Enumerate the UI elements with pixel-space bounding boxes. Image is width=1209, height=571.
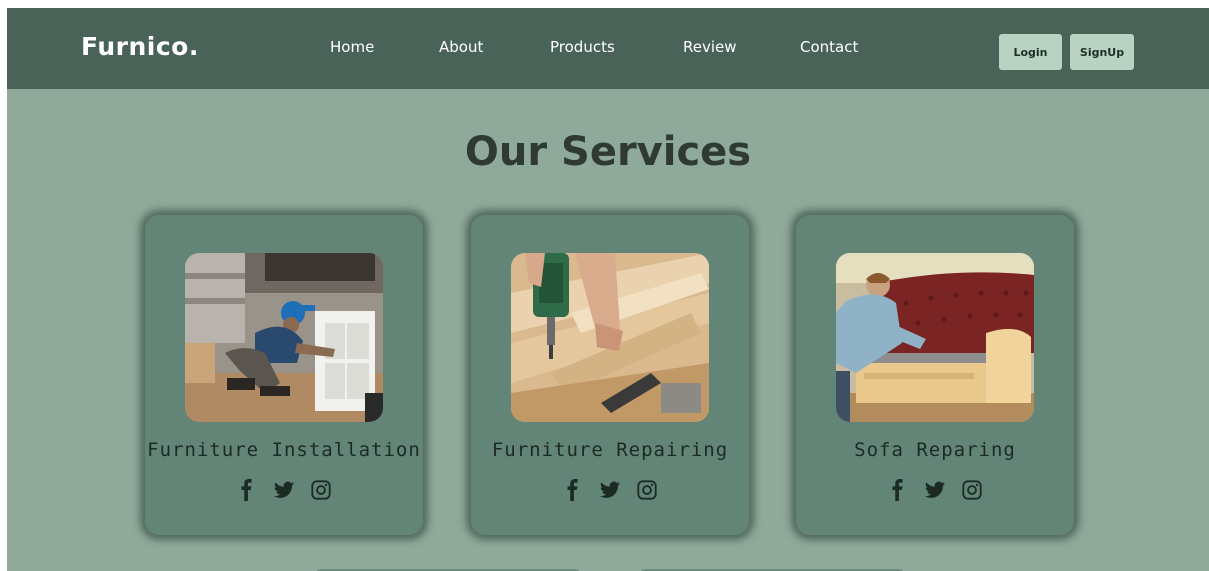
section-title: Our Services bbox=[464, 129, 752, 175]
facebook-icon[interactable] bbox=[887, 479, 909, 501]
navbar: Furnico. Home About Products Review Cont… bbox=[7, 8, 1209, 89]
twitter-icon[interactable] bbox=[273, 479, 295, 501]
nav-review[interactable]: Review bbox=[683, 38, 737, 56]
social-links bbox=[471, 479, 749, 501]
nav-about[interactable]: About bbox=[439, 38, 483, 56]
installation-image bbox=[185, 253, 383, 422]
service-card-repairing: Furniture Repairing bbox=[471, 215, 749, 535]
social-links bbox=[796, 479, 1074, 501]
instagram-icon[interactable] bbox=[636, 479, 658, 501]
service-card-sofa: Sofa Reparing bbox=[796, 215, 1074, 535]
signup-button[interactable]: SignUp bbox=[1070, 34, 1134, 70]
card-title: Furniture Repairing bbox=[491, 439, 729, 461]
social-links bbox=[145, 479, 423, 501]
page: Furnico. Home About Products Review Cont… bbox=[7, 8, 1209, 571]
nav-products[interactable]: Products bbox=[550, 38, 615, 56]
instagram-icon[interactable] bbox=[310, 479, 332, 501]
facebook-icon[interactable] bbox=[236, 479, 258, 501]
facebook-icon[interactable] bbox=[562, 479, 584, 501]
twitter-icon[interactable] bbox=[599, 479, 621, 501]
repairing-image bbox=[511, 253, 709, 422]
twitter-icon[interactable] bbox=[924, 479, 946, 501]
logo[interactable]: Furnico. bbox=[81, 32, 199, 61]
nav-home[interactable]: Home bbox=[330, 38, 374, 56]
login-button[interactable]: Login bbox=[999, 34, 1062, 70]
service-card-installation: Furniture Installation bbox=[145, 215, 423, 535]
instagram-icon[interactable] bbox=[961, 479, 983, 501]
card-title: Sofa Reparing bbox=[854, 439, 1016, 461]
sofa-image bbox=[836, 253, 1034, 422]
card-title: Furniture Installation bbox=[147, 439, 421, 461]
nav-contact[interactable]: Contact bbox=[800, 38, 858, 56]
